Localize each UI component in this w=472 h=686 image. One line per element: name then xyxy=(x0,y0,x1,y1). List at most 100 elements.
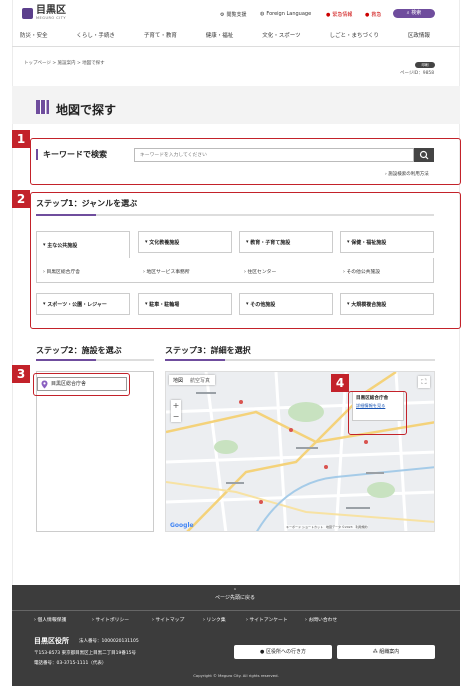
step3-underline xyxy=(165,359,435,361)
emergency-label: 緊急情報 xyxy=(332,12,353,18)
organization-button-label: 組織案内 xyxy=(379,649,400,655)
step1-heading: ステップ1：ジャンルを選ぶ xyxy=(36,199,138,208)
logo-subtitle: MEGURO CITY xyxy=(36,16,67,20)
footer-link-label: サイトポリシー xyxy=(95,618,130,623)
annotation-number-4: 4 xyxy=(331,374,349,392)
zoom-control: + − xyxy=(171,400,181,422)
genre-label: 駐車・駐輪場 xyxy=(149,301,180,308)
page-title: 地図で探す xyxy=(56,103,117,117)
genre-label: 教育・子育て施設 xyxy=(250,239,291,246)
page-top-link[interactable]: ⌃ ページ先頭に戻る xyxy=(200,588,270,601)
annotation-box-4 xyxy=(348,391,407,435)
genre-label: 保健・福祉施設 xyxy=(351,239,387,246)
footer-link-survey[interactable]: › サイトアンケート xyxy=(246,616,288,623)
foreign-language-label: Foreign Language xyxy=(266,11,312,17)
annotation-number-3: 3 xyxy=(12,365,30,383)
site-search-button[interactable]: ⌕ 検索 xyxy=(393,9,435,18)
facility-link-community[interactable]: › 住区センター xyxy=(244,268,276,275)
gnav-item[interactable]: くらし・手続き xyxy=(76,31,115,39)
logo-title: 目黒区 xyxy=(36,5,66,16)
footer-link-privacy[interactable]: › 個人情報保護 xyxy=(34,616,66,623)
genre-tab-sports[interactable]: ▾ スポーツ・公園・レジャー xyxy=(36,293,130,315)
footer-link-label: サイトマップ xyxy=(155,618,185,623)
footer-link-policy[interactable]: › サイトポリシー xyxy=(92,616,129,623)
facility-list-item[interactable]: 目黒区総合庁舎 xyxy=(37,377,127,391)
step1-underline xyxy=(36,214,434,216)
globe-icon: ◍ xyxy=(260,11,265,17)
office-address: 〒153-8573 東京都目黒区上目黒二丁目19番15号 xyxy=(34,651,137,656)
print-button[interactable]: 印刷 xyxy=(415,62,435,68)
foreign-language-link[interactable]: ◍ Foreign Language xyxy=(260,11,311,17)
header-divider xyxy=(12,46,460,47)
emergency-info-link[interactable]: ● 緊急情報 xyxy=(326,11,353,19)
logo-mark-icon xyxy=(22,7,33,19)
footer-link-label: 個人情報保護 xyxy=(37,618,67,623)
gnav-item[interactable]: しごと・まちづくり xyxy=(329,31,379,39)
genre-tab-main-public[interactable]: ▾ 主な公共施設 xyxy=(36,231,130,258)
map-type-map[interactable]: 地図 xyxy=(169,375,187,385)
map-book-icon xyxy=(36,100,49,114)
facility-link-service-office[interactable]: › 地区サービス事務所 xyxy=(143,268,190,275)
facility-link-label: 地区サービス事務所 xyxy=(146,270,190,275)
access-button[interactable]: ● 区役所への行き方 xyxy=(234,645,332,659)
office-phone: 電話番号：03-3715-1111（代表） xyxy=(34,661,107,666)
facility-list-label: 目黒区総合庁舎 xyxy=(51,381,87,387)
reading-support-label: 閲覧支援 xyxy=(226,12,247,18)
keyword-input[interactable] xyxy=(134,148,414,162)
annotation-number-2: 2 xyxy=(12,190,30,208)
breadcrumb[interactable]: トップページ > 施設案内 > 地図で探す xyxy=(24,60,105,66)
footer-divider xyxy=(12,610,460,611)
footer-link-sitemap[interactable]: › サイトマップ xyxy=(152,616,184,623)
search-help-link[interactable]: › 施設検索の利用方法 xyxy=(385,171,429,177)
genre-tab-education[interactable]: ▾ 教育・子育て施設 xyxy=(239,231,333,253)
footer-link-links[interactable]: › リンク集 xyxy=(203,616,226,623)
alert-icon: ● xyxy=(326,11,331,18)
footer-link-label: リンク集 xyxy=(206,618,226,623)
office-name: 目黒区役所 xyxy=(34,637,69,645)
gear-icon: ⚙ xyxy=(220,11,225,18)
genre-tab-welfare[interactable]: ▾ 保健・福祉施設 xyxy=(340,231,434,253)
genre-label: 大規模複合施設 xyxy=(351,301,387,308)
site-logo[interactable]: 目黒区 MEGURO CITY xyxy=(22,6,66,20)
gnav-item[interactable]: 健康・福祉 xyxy=(206,31,234,39)
genre-label: 文化教養施設 xyxy=(149,239,180,246)
step2-heading: ステップ2：施設を選ぶ xyxy=(36,346,122,355)
global-nav: 防災・安全 くらし・手続き 子育て・教育 健康・福祉 文化・スポーツ しごと・ま… xyxy=(20,31,430,39)
reading-support-link[interactable]: ⚙ 閲覧支援 xyxy=(220,11,247,19)
genre-tab-culture[interactable]: ▾ 文化教養施設 xyxy=(138,231,232,253)
kyukyu-label: 救急 xyxy=(371,12,382,18)
gnav-item[interactable]: 文化・スポーツ xyxy=(262,31,300,39)
keyword-search-button[interactable] xyxy=(414,148,434,162)
page-id: ページID：9858 xyxy=(400,71,435,76)
zoom-out-button[interactable]: − xyxy=(171,411,181,422)
footer-link-contact[interactable]: › お問い合わせ xyxy=(305,616,337,623)
gnav-item[interactable]: 防災・安全 xyxy=(20,31,48,39)
footer-link-label: サイトアンケート xyxy=(249,618,288,623)
facility-link-label: 目黒区総合庁舎 xyxy=(46,270,81,275)
facility-link-label: その他公共施設 xyxy=(346,270,381,275)
facility-link-hall[interactable]: › 目黒区総合庁舎 xyxy=(43,268,80,275)
zoom-in-button[interactable]: + xyxy=(171,400,181,411)
google-logo: Google xyxy=(170,522,194,529)
search-icon xyxy=(419,150,429,160)
footer-link-label: お問い合わせ xyxy=(308,618,338,623)
search-icon: ⌕ xyxy=(406,10,410,16)
corporate-number: 法人番号：1000020131105 xyxy=(79,639,139,644)
map-type-satellite[interactable]: 航空写真 xyxy=(187,375,213,385)
genre-tab-parking[interactable]: ▾ 駐車・駐輪場 xyxy=(138,293,232,315)
fullscreen-icon[interactable]: ⛶ xyxy=(418,376,430,388)
page-top-label: ページ先頭に戻る xyxy=(215,595,255,601)
step3-heading: ステップ3：詳細を選択 xyxy=(165,346,251,355)
organization-button[interactable]: ⁂ 組織案内 xyxy=(337,645,435,659)
facility-link-label: 住区センター xyxy=(247,270,277,275)
genre-tab-other[interactable]: ▾ その他施設 xyxy=(239,293,333,315)
kyukyu-link[interactable]: ● 救急 xyxy=(365,11,382,19)
facility-link-other-public[interactable]: › その他公共施設 xyxy=(343,268,380,275)
step2-underline xyxy=(36,359,154,361)
genre-label: その他施設 xyxy=(250,301,276,308)
genre-label: スポーツ・公園・レジャー xyxy=(47,301,107,308)
gnav-item[interactable]: 子育て・教育 xyxy=(144,31,177,39)
map-pin-icon xyxy=(41,380,48,389)
genre-tab-complex[interactable]: ▾ 大規模複合施設 xyxy=(340,293,434,315)
gnav-item[interactable]: 区政情報 xyxy=(408,31,430,39)
